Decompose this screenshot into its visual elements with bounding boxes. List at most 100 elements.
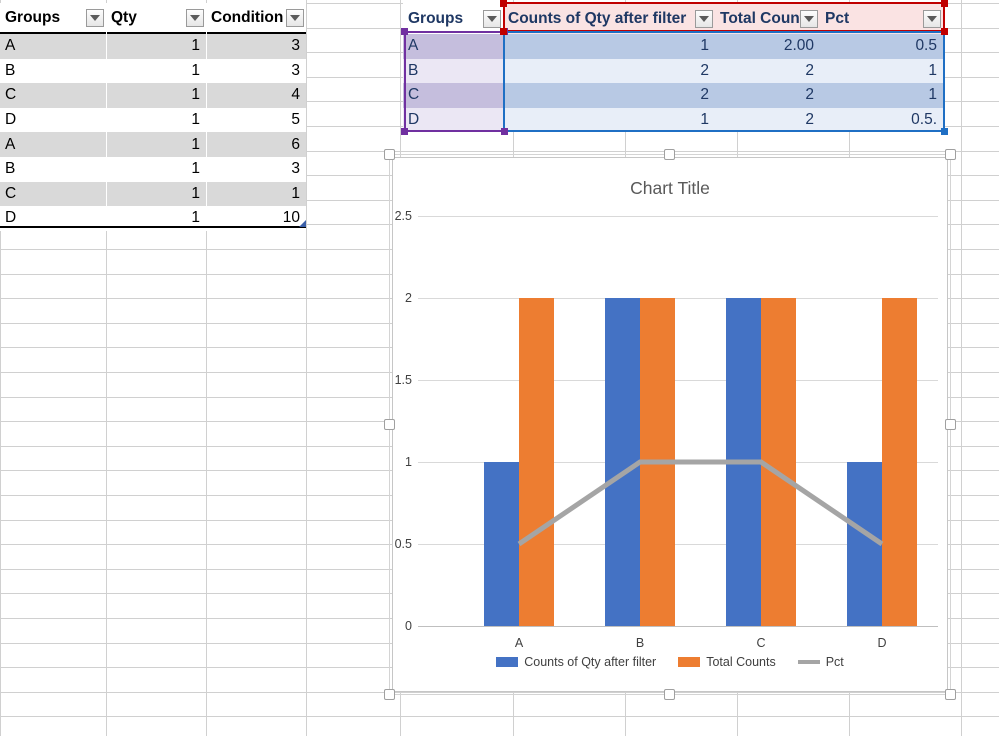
cell-counts[interactable]: 2 [503, 58, 715, 84]
cell-condition[interactable]: 3 [206, 157, 306, 182]
cell-groups[interactable]: A [403, 34, 503, 59]
x-tick-label: B [635, 636, 645, 650]
cell-total-counts[interactable]: 2 [715, 58, 820, 84]
cell-total-counts[interactable]: 2 [715, 83, 820, 108]
cell-qty[interactable]: 1 [106, 108, 206, 133]
range-handle[interactable] [941, 128, 948, 135]
spreadsheet-window: Groups Qty Condition A 1 3 B 1 3 C 1 4 D… [0, 0, 999, 736]
header-cell-groups[interactable]: Groups [403, 3, 503, 34]
cell-qty[interactable]: 1 [106, 157, 206, 182]
header-cell-counts[interactable]: Counts of Qty after filter [503, 3, 715, 34]
cell-groups[interactable]: C [403, 83, 503, 108]
y-tick-label: 2.5 [394, 209, 412, 223]
cell-counts[interactable]: 2 [503, 83, 715, 108]
table-row[interactable]: A 1 2.00 0.5 [403, 34, 946, 59]
legend-swatch-icon [496, 657, 519, 667]
cell-pct[interactable]: 1 [820, 83, 943, 108]
filter-dropdown-icon-groups[interactable] [483, 9, 501, 28]
table-row[interactable]: D 1 5 [0, 107, 306, 133]
range-handle[interactable] [500, 28, 507, 35]
legend-item-counts[interactable]: Counts of Qty after filter [496, 655, 656, 669]
y-tick-label: 0 [405, 619, 412, 633]
range-handle[interactable] [941, 0, 948, 7]
legend-item-total[interactable]: Total Counts [678, 655, 776, 669]
table-row[interactable]: B 1 3 [0, 156, 306, 182]
cell-condition[interactable]: 1 [206, 182, 306, 207]
cell-condition[interactable]: 3 [206, 59, 306, 84]
filter-dropdown-icon-total-counts[interactable] [800, 9, 818, 28]
filter-dropdown-icon-groups[interactable] [86, 8, 104, 27]
cell-groups[interactable]: C [0, 182, 106, 207]
header-cell-total-counts[interactable]: Total Counts [715, 3, 820, 34]
pct-line-series[interactable] [418, 216, 938, 626]
header-cell-groups[interactable]: Groups [0, 3, 106, 32]
cell-qty[interactable]: 1 [106, 83, 206, 108]
cell-groups[interactable]: B [403, 58, 503, 84]
cell-groups[interactable]: B [0, 157, 106, 182]
chart-handle-bottom-right[interactable] [945, 689, 956, 700]
chart-handle-middle-left[interactable] [384, 419, 395, 430]
cell-groups[interactable]: D [0, 108, 106, 133]
cell-groups[interactable]: C [0, 83, 106, 108]
combo-chart[interactable]: Chart Title 2.5 2 1.5 1 0.5 0 A B C D Co… [392, 157, 948, 692]
chart-handle-top-right[interactable] [945, 149, 956, 160]
cell-pct[interactable]: 0.5 [820, 34, 943, 59]
cell-condition[interactable]: 3 [206, 34, 306, 59]
source-data-table[interactable]: Groups Qty Condition A 1 3 B 1 3 C 1 4 D… [0, 3, 306, 231]
cell-condition[interactable]: 5 [206, 108, 306, 133]
chart-handle-bottom-left[interactable] [384, 689, 395, 700]
cell-groups[interactable]: A [0, 132, 106, 157]
table-row[interactable]: C 1 1 [0, 181, 306, 207]
cell-counts[interactable]: 1 [503, 107, 715, 133]
table-row[interactable]: C 1 4 [0, 83, 306, 108]
chart-title[interactable]: Chart Title [393, 178, 947, 199]
chart-handle-top-left[interactable] [384, 149, 395, 160]
cell-total-counts[interactable]: 2.00 [715, 34, 820, 59]
chart-handle-bottom-center[interactable] [664, 689, 675, 700]
legend-line-icon [797, 660, 820, 664]
table-header-row: Groups Counts of Qty after filter Total … [403, 3, 946, 34]
cell-groups[interactable]: B [0, 59, 106, 84]
filter-dropdown-icon-pct[interactable] [923, 9, 941, 28]
cell-condition[interactable]: 4 [206, 83, 306, 108]
range-handle[interactable] [401, 28, 408, 35]
header-cell-condition[interactable]: Condition [206, 3, 306, 32]
grid-row-line [0, 692, 999, 693]
filter-dropdown-icon-counts[interactable] [695, 9, 713, 28]
cell-condition[interactable]: 6 [206, 132, 306, 157]
table-resize-handle-icon[interactable] [299, 220, 306, 227]
chart-handle-middle-right[interactable] [945, 419, 956, 430]
table-row[interactable]: C 2 2 1 [403, 83, 946, 108]
cell-qty[interactable]: 1 [106, 132, 206, 157]
table-row[interactable]: A 1 6 [0, 132, 306, 157]
grid-row-line [0, 716, 999, 717]
filter-dropdown-icon-qty[interactable] [186, 8, 204, 27]
cell-qty[interactable]: 1 [106, 34, 206, 59]
header-cell-pct[interactable]: Pct [820, 3, 943, 34]
range-handle[interactable] [500, 0, 507, 7]
range-handle[interactable] [941, 28, 948, 35]
cell-pct[interactable]: 0.5. [820, 107, 943, 133]
range-handle[interactable] [501, 128, 508, 135]
x-tick-label: C [756, 636, 766, 650]
filter-dropdown-icon-condition[interactable] [286, 8, 304, 27]
cell-groups[interactable]: D [403, 107, 503, 133]
cell-qty[interactable]: 1 [106, 182, 206, 207]
legend-item-pct[interactable]: Pct [797, 655, 844, 669]
cell-groups[interactable]: A [0, 34, 106, 59]
cell-qty[interactable]: 1 [106, 59, 206, 84]
chart-legend[interactable]: Counts of Qty after filter Total Counts … [393, 655, 947, 669]
cell-counts[interactable]: 1 [503, 34, 715, 59]
table-row[interactable]: B 2 2 1 [403, 58, 946, 84]
table-row[interactable]: D 1 2 0.5. [403, 107, 946, 133]
header-cell-qty[interactable]: Qty [106, 3, 206, 32]
cell-total-counts[interactable]: 2 [715, 107, 820, 133]
range-handle[interactable] [401, 128, 408, 135]
header-label: Counts of Qty after filter [508, 9, 687, 27]
cell-pct[interactable]: 1 [820, 58, 943, 84]
summary-table[interactable]: Groups Counts of Qty after filter Total … [403, 3, 946, 133]
chart-handle-top-center[interactable] [664, 149, 675, 160]
table-row[interactable]: A 1 3 [0, 34, 306, 59]
legend-swatch-icon [678, 657, 701, 667]
table-row[interactable]: B 1 3 [0, 58, 306, 84]
